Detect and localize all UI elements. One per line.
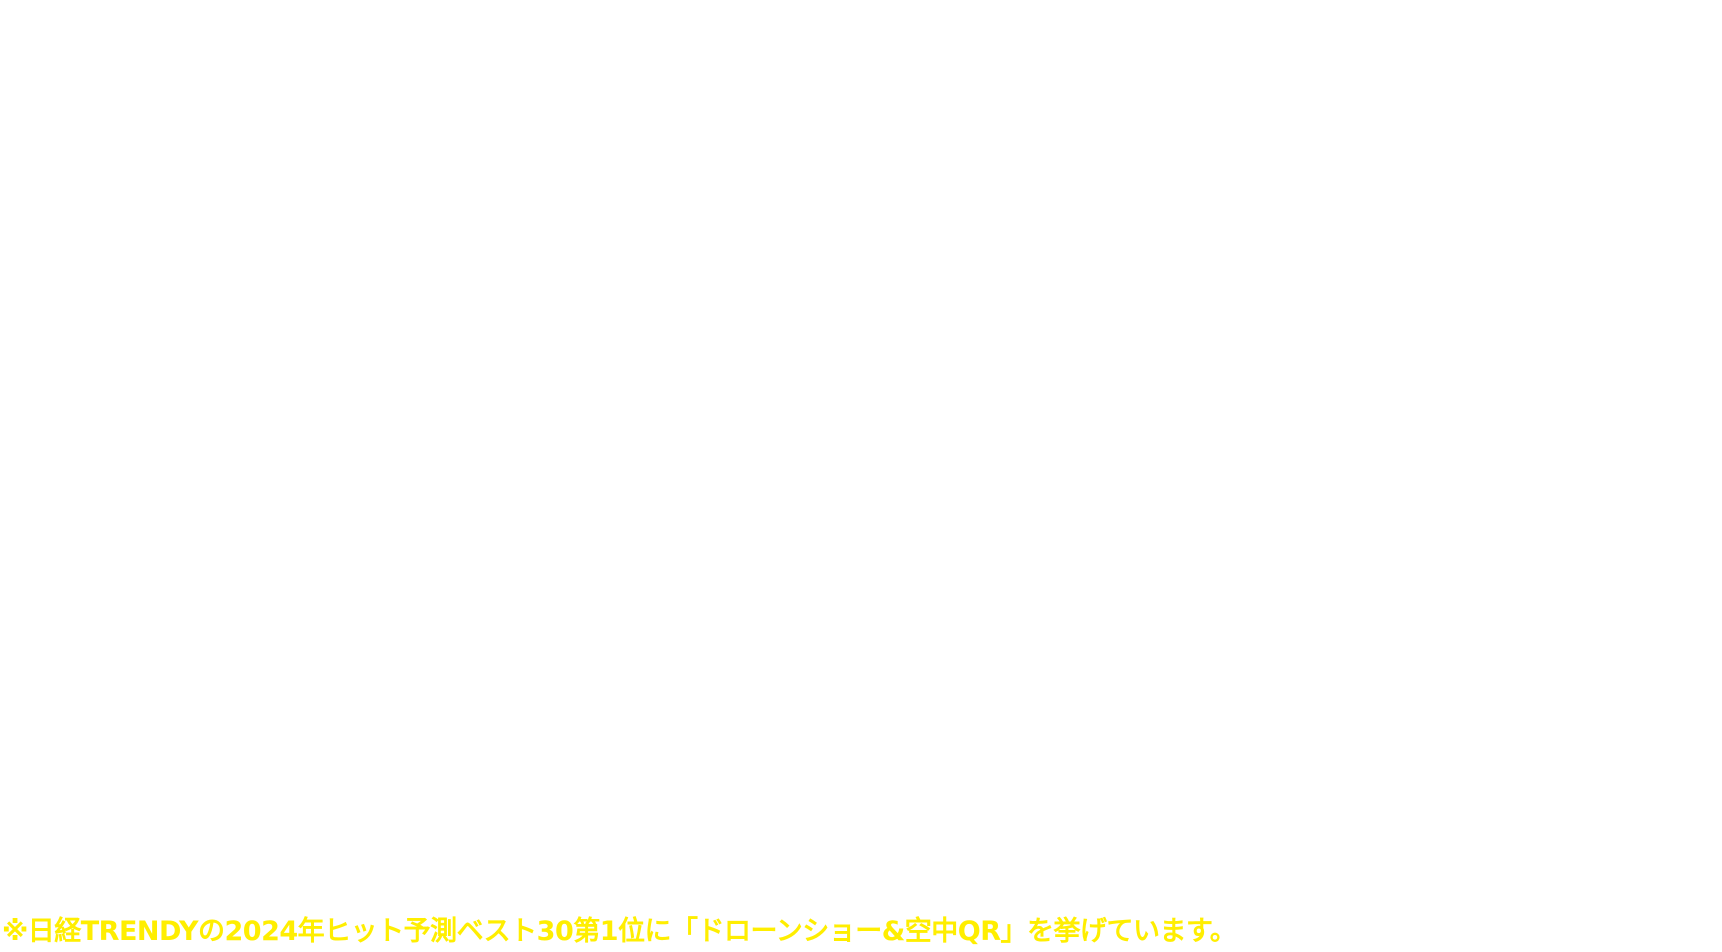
footnote-text: ※日経TRENDYの2024年ヒット予測ベスト30第1位に「ドローンショー&空中… <box>2 916 1237 947</box>
